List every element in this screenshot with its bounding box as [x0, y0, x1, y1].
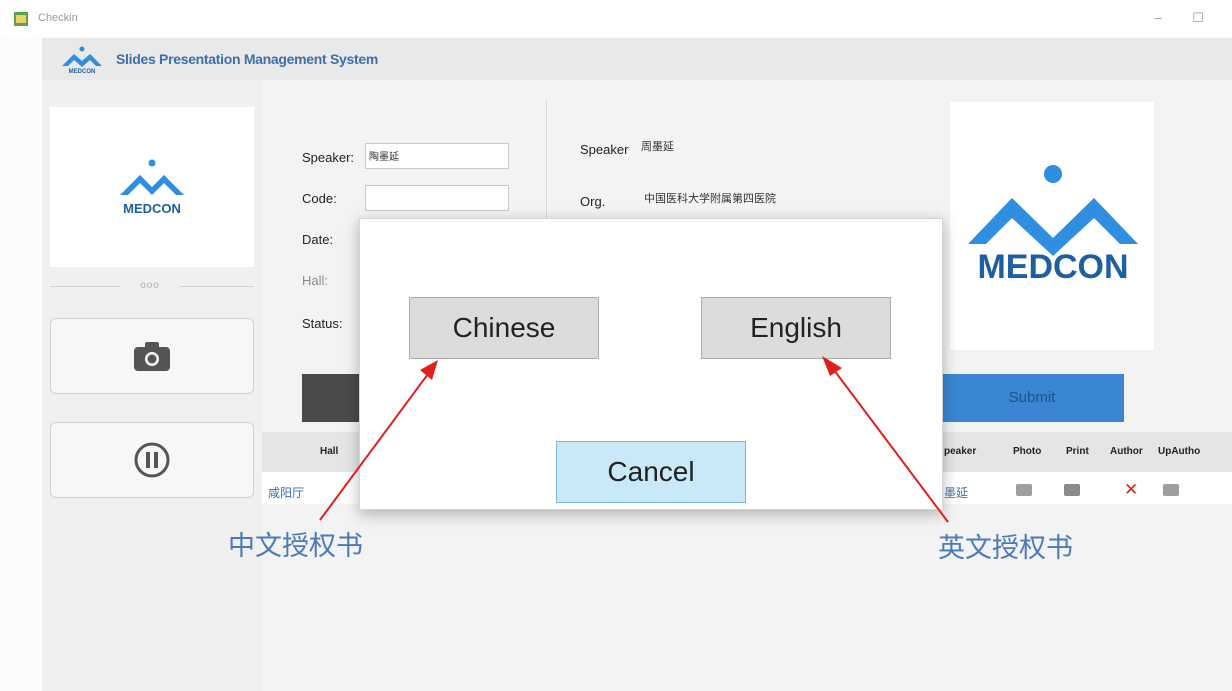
info-speaker-value: 周墨延: [641, 141, 674, 153]
delete-icon[interactable]: ✕: [1124, 480, 1138, 500]
camera-button[interactable]: [50, 318, 254, 394]
big-logo-text: MEDCON: [977, 248, 1128, 286]
logo-text: MEDCON: [123, 201, 181, 216]
speaker-input[interactable]: 陶墨延: [365, 143, 509, 169]
col-print: Print: [1066, 446, 1089, 457]
big-logo-box: MEDCON: [950, 102, 1154, 350]
language-dialog: Chinese English Cancel: [359, 218, 943, 510]
print-icon[interactable]: [1064, 484, 1080, 496]
chinese-button[interactable]: Chinese: [409, 297, 599, 359]
pause-button[interactable]: [50, 422, 254, 498]
pause-icon: [134, 442, 170, 478]
code-label: Code:: [302, 191, 337, 206]
date-label: Date:: [302, 232, 334, 247]
maximize-button[interactable]: ☐: [1186, 8, 1210, 28]
col-author: Author: [1110, 446, 1143, 457]
annotation-english: 英文授权书: [938, 533, 1073, 564]
english-button[interactable]: English: [701, 297, 891, 359]
col-hall: Hall: [320, 446, 339, 457]
cell-hall: 咸阳厅: [268, 486, 305, 500]
window-title-bar: Checkin – ☐: [0, 0, 1232, 36]
left-panel: MEDCON ooo: [42, 80, 262, 691]
annotation-chinese: 中文授权书: [228, 531, 363, 562]
medcon-logo-large-icon: MEDCON: [968, 165, 1138, 286]
svg-text:MEDCON: MEDCON: [69, 69, 96, 74]
medcon-logo-small-icon: MEDCON: [120, 159, 184, 216]
info-speaker-label: Speaker: [580, 142, 629, 157]
medcon-logo-icon: MEDCON: [62, 46, 102, 74]
info-org-value: 中国医科大学附属第四医院: [644, 193, 776, 205]
dark-action-button[interactable]: [302, 374, 362, 422]
logo-box: MEDCON: [50, 107, 254, 267]
window-title: Checkin: [38, 12, 78, 24]
col-upauthor: UpAutho: [1158, 446, 1201, 457]
submit-button[interactable]: Submit: [940, 374, 1124, 422]
cancel-button[interactable]: Cancel: [556, 441, 746, 503]
photo-icon[interactable]: [1016, 484, 1032, 496]
checkin-window: Checkin – ☐ MEDCON Slides Presentation M…: [0, 0, 1232, 691]
app-icon: [14, 12, 28, 26]
app-header: MEDCON Slides Presentation Management Sy…: [42, 38, 1232, 80]
camera-icon: [134, 342, 170, 371]
upauthor-icon[interactable]: [1163, 484, 1179, 496]
hall-label: Hall:: [302, 273, 329, 288]
col-speaker: peaker: [944, 446, 977, 457]
col-photo: Photo: [1013, 446, 1042, 457]
status-label: Status:: [302, 316, 343, 331]
speaker-label: Speaker:: [302, 150, 355, 165]
cell-speaker: 墨延: [944, 486, 969, 500]
code-input[interactable]: [365, 185, 509, 211]
minimize-button[interactable]: –: [1146, 8, 1170, 28]
info-org-label: Org.: [580, 194, 606, 209]
app-title: Slides Presentation Management System: [116, 51, 378, 67]
divider-dots: ooo: [120, 280, 180, 292]
